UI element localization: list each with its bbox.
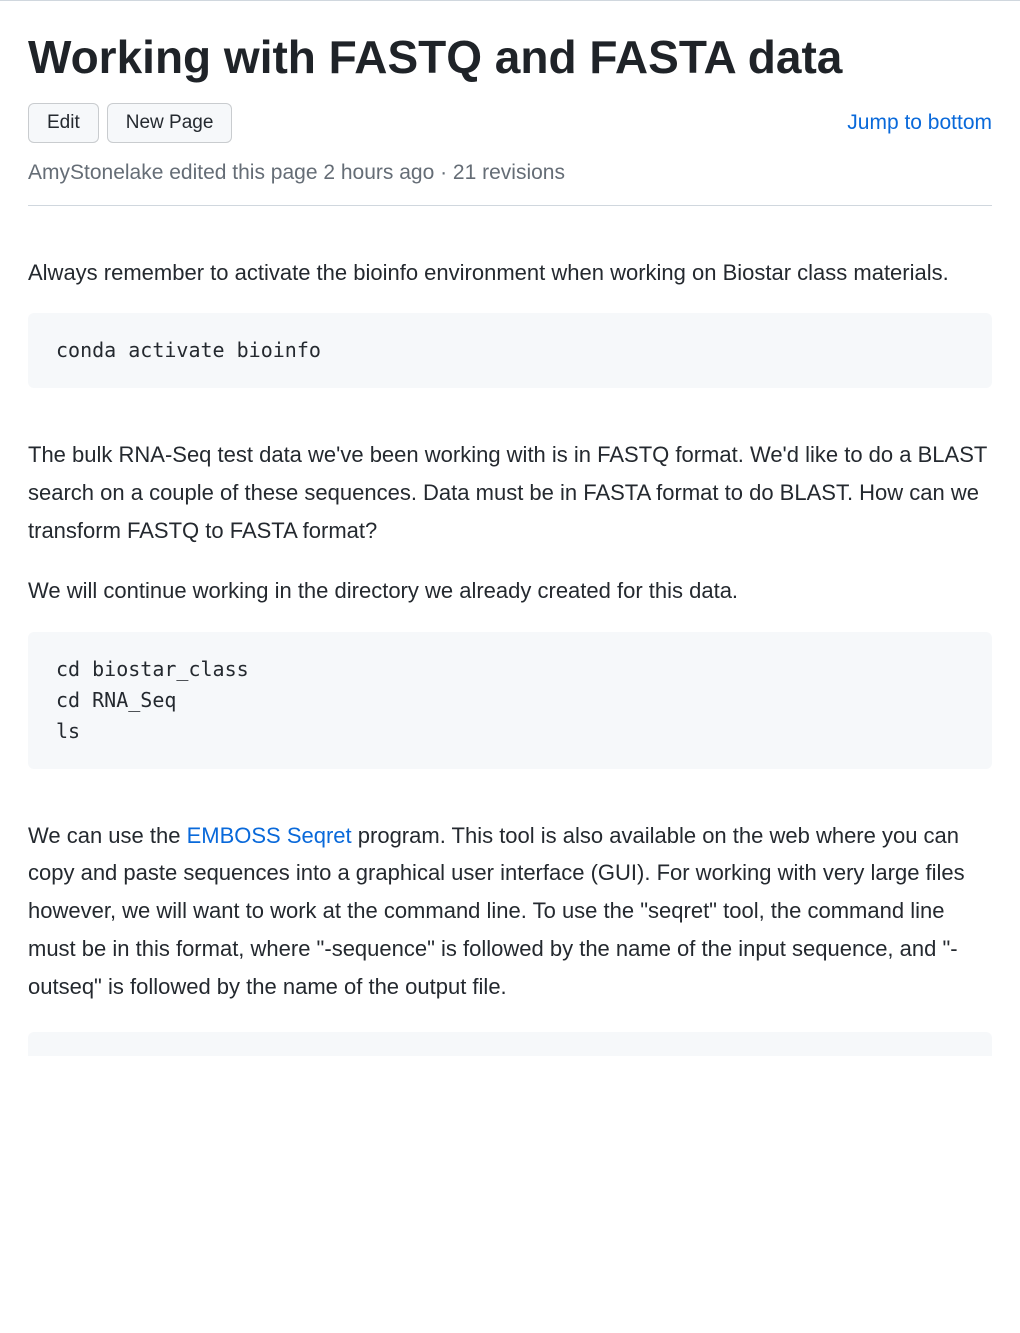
emboss-seqret-link[interactable]: EMBOSS Seqret [187, 823, 352, 848]
paragraph-intro: Always remember to activate the bioinfo … [28, 254, 992, 292]
header-actions-row: Edit New Page Jump to bottom [28, 103, 992, 143]
edit-button[interactable]: Edit [28, 103, 99, 143]
text-pre-link: We can use the [28, 823, 187, 848]
paragraph-emboss: We can use the EMBOSS Seqret program. Th… [28, 817, 992, 1006]
paragraph-fastq-desc: The bulk RNA-Seq test data we've been wo… [28, 436, 992, 549]
code-block-conda: conda activate bioinfo [28, 313, 992, 388]
jump-to-bottom-link[interactable]: Jump to bottom [847, 111, 992, 135]
page-title: Working with FASTQ and FASTA data [28, 29, 992, 87]
code-block-partial [28, 1032, 992, 1056]
paragraph-directory: We will continue working in the director… [28, 572, 992, 610]
button-group: Edit New Page [28, 103, 232, 143]
revision-meta: AmyStonelake edited this page 2 hours ag… [28, 161, 992, 206]
code-block-cd: cd biostar_class cd RNA_Seq ls [28, 632, 992, 769]
text-post-link: program. This tool is also available on … [28, 823, 965, 999]
new-page-button[interactable]: New Page [107, 103, 233, 143]
